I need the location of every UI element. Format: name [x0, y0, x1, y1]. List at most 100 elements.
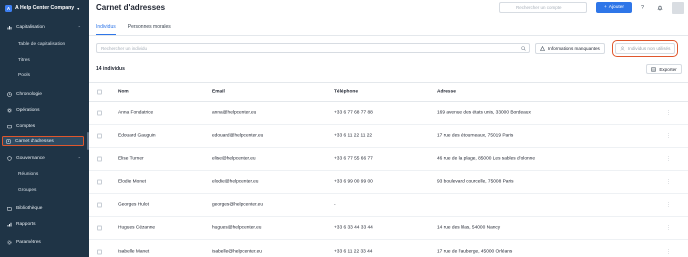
- page-title: Carnet d'adresses: [96, 3, 166, 12]
- nav-table-de-capitalisation[interactable]: Table de capitalisation: [18, 40, 84, 49]
- row-menu-icon[interactable]: ⋮: [666, 179, 671, 185]
- table-icon: [651, 67, 657, 71]
- shield-icon: [7, 155, 12, 161]
- chevron-up-icon: ⌃: [77, 155, 81, 161]
- cell-phone: -: [334, 202, 336, 208]
- unused-individuals-filter-button[interactable]: Individus non utilisés: [611, 40, 679, 57]
- cell-email: isabelle@helpcenter.eu: [212, 249, 262, 254]
- missing-info-filter-button[interactable]: Informations manquantes: [535, 43, 605, 54]
- cell-address: 17 rue des étourneaux, 75019 Paris: [437, 133, 514, 139]
- caret-down-icon: ▾: [77, 5, 80, 11]
- nav-chronologie[interactable]: Chronologie: [4, 89, 84, 99]
- user-off-icon: [620, 46, 625, 51]
- row-menu-icon[interactable]: ⋮: [666, 156, 671, 162]
- nav-label: Rapports: [16, 221, 36, 227]
- table-row[interactable]: Edouard Gauguin edouard@helpcenter.eu +3…: [89, 125, 688, 148]
- table-header: Nom Email Téléphone Adresse: [89, 82, 688, 102]
- plus-icon: +: [603, 5, 607, 10]
- cell-phone: +33 6 33 44 33 44: [334, 225, 373, 231]
- nav-parametres[interactable]: Paramètres: [4, 237, 84, 247]
- table-row[interactable]: Elodie Monet elodie@helpcenter.eu +33 6 …: [89, 171, 688, 194]
- row-checkbox[interactable]: [97, 133, 102, 139]
- nav-label: Comptes: [16, 123, 36, 129]
- cell-email: edouard@helpcenter.eu: [212, 133, 264, 139]
- cell-email: hugues@helpcenter.eu: [212, 225, 262, 231]
- nav-label: Carnet d'adresses: [15, 138, 54, 144]
- nav-carnet-d-adresses[interactable]: Carnet d'adresses: [2, 136, 84, 146]
- row-menu-icon[interactable]: ⋮: [666, 133, 671, 139]
- row-menu-icon[interactable]: ⋮: [666, 202, 671, 208]
- missing-info-label: Informations manquantes: [548, 46, 600, 51]
- cell-name: Isabelle Manet: [118, 249, 150, 254]
- table-row[interactable]: Hugues Cézanne hugues@helpcenter.eu +33 …: [89, 217, 688, 240]
- row-checkbox[interactable]: [97, 156, 102, 162]
- nav-comptes[interactable]: Comptes: [4, 121, 84, 131]
- account-search-input[interactable]: Rechercher un compte: [499, 2, 587, 13]
- row-menu-icon[interactable]: ⋮: [666, 110, 671, 116]
- row-menu-icon[interactable]: ⋮: [666, 225, 671, 231]
- cell-address: 14 rue des lilas, 54000 Nancy: [437, 225, 501, 231]
- search-placeholder: Rechercher un individu: [101, 45, 148, 51]
- table-row[interactable]: Anna Fondatrice anna@helpcenter.eu +33 6…: [89, 102, 688, 125]
- company-switcher[interactable]: A A Help Center Company ▾: [5, 4, 79, 12]
- row-checkbox[interactable]: [97, 179, 102, 185]
- add-label: Ajouter: [608, 5, 624, 10]
- nav-gouvernance[interactable]: Gouvernance ⌃: [4, 153, 84, 163]
- row-checkbox[interactable]: [97, 225, 102, 231]
- cell-phone: +33 6 77 55 66 77: [334, 156, 373, 162]
- row-checkbox[interactable]: [97, 202, 102, 208]
- individual-search-input[interactable]: Rechercher un individu: [96, 43, 530, 53]
- divider: [89, 35, 688, 36]
- folder-icon: [7, 206, 12, 211]
- warning-icon: [540, 46, 545, 51]
- address-book-icon: [6, 138, 11, 144]
- nav-bibliotheque[interactable]: Bibliothèque: [4, 203, 84, 213]
- cell-email: elodie@helpcenter.eu: [212, 179, 259, 185]
- table-row[interactable]: Elise Turner elise@helpcenter.eu +33 6 7…: [89, 148, 688, 171]
- cell-address: 169 avenue des états unis, 33000 Bordeau…: [437, 110, 531, 116]
- row-checkbox[interactable]: [97, 110, 102, 116]
- wallet-icon: [7, 124, 12, 129]
- nav-label: Paramètres: [16, 239, 41, 245]
- column-header-email[interactable]: Email: [212, 90, 225, 95]
- bell-icon[interactable]: [655, 3, 664, 12]
- cell-address: 46 rue de la plage, 85000 Les sables d'o…: [437, 156, 535, 162]
- nav-rapports[interactable]: Rapports: [4, 219, 84, 229]
- tab-bar: Individus Personnes morales: [96, 24, 171, 35]
- add-button[interactable]: + Ajouter: [596, 2, 632, 13]
- export-button[interactable]: Exporter: [646, 64, 682, 74]
- nav-capitalisation[interactable]: Capitalisation ⌃: [4, 22, 84, 32]
- cell-phone: +33 6 11 22 11 22: [334, 133, 373, 139]
- table-row[interactable]: Isabelle Manet isabelle@helpcenter.eu +3…: [89, 240, 688, 257]
- chevron-up-icon: ⌃: [77, 24, 81, 30]
- cell-email: georges@helpcenter.eu: [212, 202, 264, 208]
- avatar[interactable]: [672, 2, 684, 14]
- nav-label: Chronologie: [16, 91, 42, 97]
- cell-name: Hugues Cézanne: [118, 225, 156, 231]
- column-header-address[interactable]: Adresse: [437, 90, 456, 95]
- nav-reunions[interactable]: Réunions: [18, 170, 84, 179]
- nav-titres[interactable]: Titres: [18, 56, 84, 65]
- row-checkbox[interactable]: [97, 249, 102, 254]
- bar-chart-icon: [7, 25, 12, 30]
- sidebar: A A Help Center Company ▾ Capitalisation…: [0, 0, 89, 257]
- column-header-name[interactable]: Nom: [118, 90, 129, 95]
- row-menu-icon[interactable]: ⋮: [666, 249, 671, 255]
- search-icon: [521, 46, 526, 51]
- nav-pools[interactable]: Pools: [18, 71, 84, 80]
- gear-icon: [7, 107, 12, 113]
- tab-individus[interactable]: Individus: [96, 24, 116, 35]
- help-icon[interactable]: ?: [638, 3, 647, 12]
- nav-label: Capitalisation: [16, 24, 45, 30]
- company-logo: A: [5, 4, 12, 12]
- table-row[interactable]: Georges Hulot georges@helpcenter.eu - ⋮: [89, 194, 688, 217]
- cell-address: 17 rue de l'auberge, 45000 Orléans: [437, 249, 513, 254]
- cell-name: Elodie Monet: [118, 179, 146, 185]
- select-all-checkbox[interactable]: [97, 89, 102, 95]
- tab-personnes-morales[interactable]: Personnes morales: [128, 24, 171, 35]
- nav-groupes[interactable]: Groupes: [18, 186, 84, 195]
- nav-operations[interactable]: Opérations: [4, 105, 84, 115]
- nav-label: Opérations: [16, 107, 40, 113]
- company-name: A Help Center Company: [15, 5, 75, 11]
- column-header-phone[interactable]: Téléphone: [334, 90, 358, 95]
